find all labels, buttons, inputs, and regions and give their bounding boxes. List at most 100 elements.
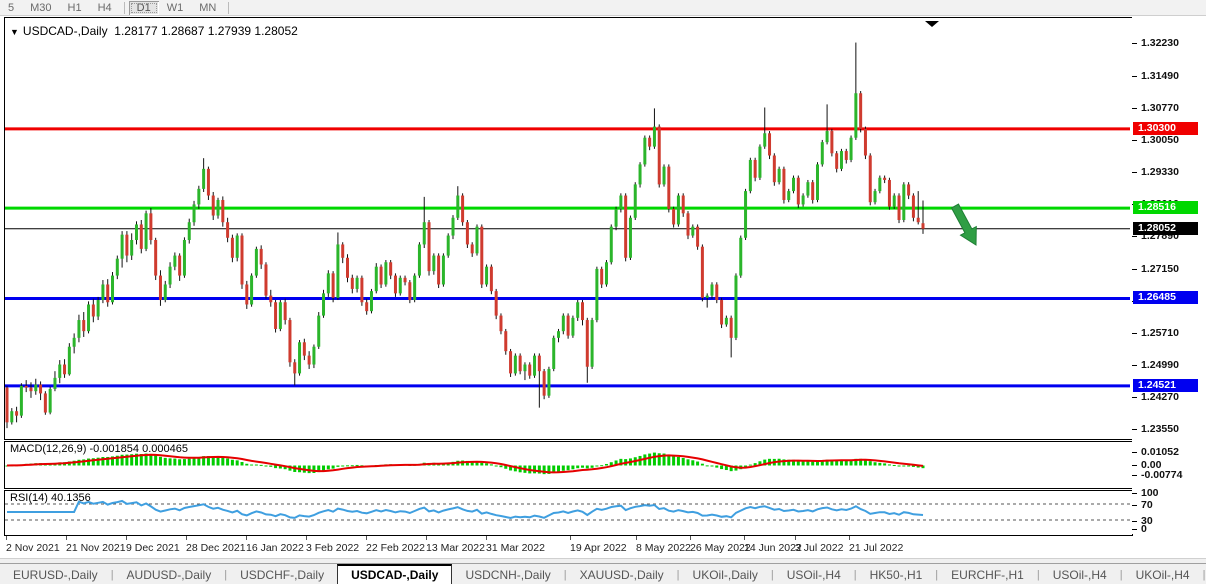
rsi-indicator-panel[interactable]	[4, 490, 1133, 536]
date-tick-mark	[795, 536, 796, 540]
price-line-badge: 1.28052	[1133, 222, 1198, 235]
price-tick-label: 1.27150	[1141, 263, 1179, 275]
candle-body	[730, 318, 733, 338]
candle-body	[758, 147, 761, 178]
chart-tab-ukoilh4[interactable]: UKOil-,H4	[1123, 565, 1203, 584]
date-label: 9 Dec 2021	[126, 542, 180, 554]
candle-body	[250, 276, 253, 305]
macd-histogram-bar	[720, 466, 723, 470]
candle-body	[619, 196, 622, 209]
timeframe-button-mn[interactable]: MN	[191, 1, 224, 15]
candle-body	[648, 138, 651, 147]
macd-histogram-bar	[255, 465, 258, 466]
chart-tab-eurchfh1[interactable]: EURCHF-,H1	[938, 565, 1037, 584]
candle-body	[10, 411, 13, 422]
macd-histogram-bar	[811, 462, 814, 466]
candle-body	[461, 196, 464, 223]
chart-ohlc-values: 1.28177 1.28687 1.27939 1.28052	[114, 24, 298, 38]
candle-body	[68, 347, 71, 375]
candle-body	[245, 284, 248, 304]
candle-body	[49, 389, 52, 413]
chart-tab-usdchfdaily[interactable]: USDCHF-,Daily	[227, 565, 337, 584]
timeframe-button-h1[interactable]: H1	[60, 1, 90, 15]
candle-body	[356, 278, 359, 289]
date-tick-mark	[849, 536, 850, 540]
candle-body	[207, 169, 210, 196]
candle-body	[591, 320, 594, 367]
candle-body	[221, 200, 224, 222]
chart-tab-audusddaily[interactable]: AUDUSD-,Daily	[114, 565, 225, 584]
candle-body	[754, 160, 757, 178]
macd-histogram-bar	[605, 464, 608, 466]
timeframe-button-w1[interactable]: W1	[159, 1, 192, 15]
chart-symbol-label: USDCAD-,Daily	[23, 24, 108, 38]
macd-histogram-bar	[696, 462, 699, 466]
macd-histogram-bar	[217, 457, 220, 466]
date-label: 13 Mar 2022	[426, 542, 485, 554]
candle-body	[442, 256, 445, 285]
toolbar-separator	[124, 2, 125, 14]
candle-body	[432, 256, 435, 272]
candle-body	[888, 180, 891, 207]
candle-body	[528, 365, 531, 376]
chart-tab-usdcnhdaily[interactable]: USDCNH-,Daily	[452, 565, 563, 584]
candle-body	[519, 356, 522, 372]
chart-tab-xauusddaily[interactable]: XAUUSD-,Daily	[567, 565, 677, 584]
timeframe-button-d1[interactable]: D1	[129, 1, 159, 15]
macd-histogram-bar	[586, 466, 589, 469]
macd-histogram-bar	[188, 459, 191, 466]
candle-body	[284, 302, 287, 320]
candle-body	[164, 284, 167, 300]
candle-body	[687, 213, 690, 235]
candlestick-canvas[interactable]	[5, 18, 1130, 437]
candle-body	[293, 362, 296, 373]
macd-tick-label: 0.01052	[1141, 446, 1179, 458]
macd-histogram-bar	[869, 461, 872, 465]
candle-body	[653, 127, 656, 147]
timeframe-button-h4[interactable]: H4	[90, 1, 120, 15]
price-line-badge: 1.24521	[1133, 379, 1198, 392]
candle-body	[121, 235, 124, 259]
timeframe-button-5[interactable]: 5	[0, 1, 22, 15]
chart-tab-eurusddaily[interactable]: EURUSD-,Daily	[0, 565, 111, 584]
price-axis[interactable]: 1.322301.314901.307701.300501.293301.286…	[1132, 17, 1206, 534]
macd-histogram-bar	[264, 466, 267, 467]
candle-body	[907, 184, 910, 195]
date-label: 28 Dec 2021	[186, 542, 246, 554]
candle-body	[226, 222, 229, 238]
candle-body	[351, 278, 354, 289]
macd-histogram-bar	[653, 453, 656, 466]
candle-body	[404, 278, 407, 282]
candle-body	[25, 386, 28, 388]
candle-body	[710, 284, 713, 295]
chart-title: ▼USDCAD-,Daily 1.28177 1.28687 1.27939 1…	[10, 24, 298, 38]
candle-body	[854, 93, 857, 137]
timeframe-button-m30[interactable]: M30	[22, 1, 59, 15]
macd-histogram-bar	[274, 466, 277, 469]
chart-tab-usoilh4[interactable]: USOil-,H4	[774, 565, 854, 584]
candle-body	[437, 256, 440, 285]
candle-body	[706, 296, 709, 298]
chart-tab-usdcaddaily[interactable]: USDCAD-,Daily	[337, 564, 452, 584]
chart-tab-hk50h1[interactable]: HK50-,H1	[857, 565, 936, 584]
price-chart-panel[interactable]	[4, 17, 1133, 440]
chart-tab-usoilh4[interactable]: USOil-,H4	[1040, 565, 1120, 584]
macd-histogram-bar	[260, 465, 263, 466]
date-label: 21 Jul 2022	[849, 542, 903, 554]
candle-body	[231, 238, 234, 258]
macd-histogram-bar	[706, 465, 709, 466]
rsi-tick-label: 0	[1141, 523, 1147, 535]
rsi-tick-mark	[1132, 521, 1137, 522]
macd-histogram-bar	[878, 463, 881, 466]
candle-body	[720, 300, 723, 324]
chart-shift-marker-icon[interactable]	[925, 21, 939, 27]
date-tick-mark	[126, 536, 127, 540]
candle-body	[188, 222, 191, 240]
macd-histogram-bar	[710, 466, 713, 467]
date-axis[interactable]: 2 Nov 202121 Nov 20219 Dec 202128 Dec 20…	[4, 536, 1206, 558]
macd-histogram-bar	[250, 465, 253, 466]
candle-body	[154, 240, 157, 276]
chart-tab-ukoildaily[interactable]: UKOil-,Daily	[680, 565, 771, 584]
chart-tab-bar: EURUSD-,Daily|AUDUSD-,Daily|USDCHF-,Dail…	[0, 563, 1206, 584]
rsi-tick-mark	[1132, 493, 1137, 494]
